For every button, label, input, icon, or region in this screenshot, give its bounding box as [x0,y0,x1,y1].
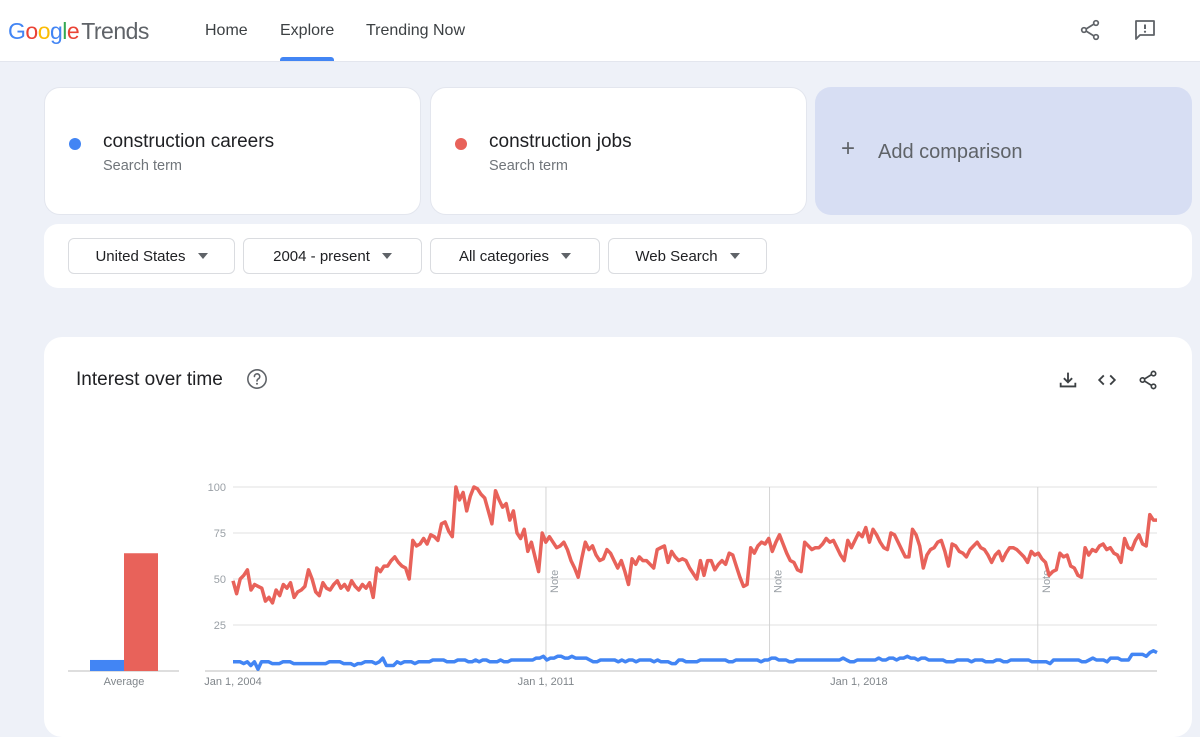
top-bar: GoogleTrends Home Explore Trending Now [0,0,1200,62]
add-comparison-label: Add comparison [878,141,1023,163]
filter-search-type[interactable]: Web Search [608,238,767,274]
filter-label: 2004 - present [273,247,370,265]
caret-down-icon [197,253,208,259]
search-term-sub: Search term [489,158,568,174]
search-term-card[interactable]: construction careers Search term [44,87,421,215]
search-term-card[interactable]: construction jobs Search term [430,87,807,215]
share-icon[interactable] [1078,18,1102,42]
caret-down-icon [729,253,740,259]
filter-bar: United States 2004 - present All categor… [44,224,1192,288]
filter-label: Web Search [635,247,718,265]
filter-label: All categories [458,247,550,265]
logo-letter: e [66,18,80,44]
chart-title: Interest over time [76,369,223,390]
nav-home[interactable]: Home [205,22,248,40]
logo-letter: G [8,18,26,44]
embed-icon[interactable] [1096,369,1118,391]
nav-trending-now[interactable]: Trending Now [366,22,465,40]
filter-region[interactable]: United States [68,238,235,274]
filter-category[interactable]: All categories [430,238,600,274]
search-term-name: construction jobs [489,131,632,152]
help-icon[interactable] [246,368,268,390]
caret-down-icon [561,253,572,259]
filter-time-range[interactable]: 2004 - present [243,238,422,274]
series-color-dot [69,138,81,150]
google-trends-logo[interactable]: GoogleTrends [8,18,149,45]
interest-over-time-card: Interest over time [44,337,1192,737]
nav-explore[interactable]: Explore [280,22,335,61]
search-term-sub: Search term [103,158,182,174]
download-icon[interactable] [1057,369,1079,391]
logo-product-name: Trends [81,18,149,44]
share-icon[interactable] [1137,369,1159,391]
caret-down-icon [381,253,392,259]
search-term-name: construction careers [103,131,275,152]
add-comparison-button[interactable]: + Add comparison [815,87,1192,215]
series-color-dot [455,138,467,150]
logo-letter: o [37,18,51,44]
logo-letter: o [25,18,38,44]
feedback-icon[interactable] [1133,18,1157,42]
plus-icon: + [841,135,856,162]
logo-letter: g [49,18,63,44]
filter-label: United States [95,247,186,265]
